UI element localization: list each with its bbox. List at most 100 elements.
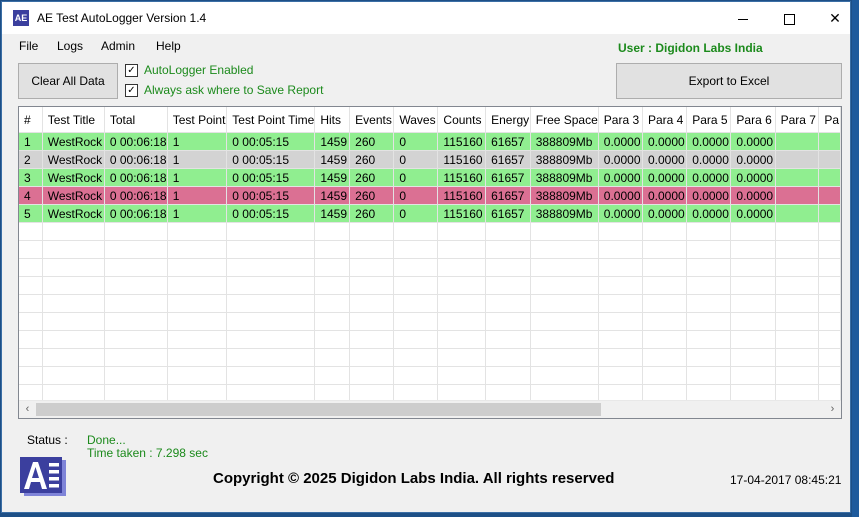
column-header[interactable]: Para 4 (642, 107, 688, 133)
column-header[interactable]: Counts (437, 107, 487, 133)
table-row[interactable]: 2 WestRock 0 00:06:18 1 0 00:05:15 1459 260 0 11… (19, 150, 841, 169)
column-header[interactable]: Waves (393, 107, 439, 133)
column-header[interactable]: # (19, 107, 43, 133)
menu-admin[interactable]: Admin (101, 39, 135, 53)
table-cell (818, 312, 841, 331)
clear-all-data-button[interactable]: Clear All Data (18, 63, 118, 99)
table-cell (19, 294, 43, 313)
table-cell (530, 258, 599, 277)
table-cell: WestRock (42, 204, 105, 223)
table-cell (686, 366, 732, 385)
ae-logo-icon (18, 456, 68, 498)
table-row[interactable]: 3 WestRock 0 00:06:18 1 0 00:05:15 1459 260 0 11… (19, 168, 841, 187)
table-cell: 0.0000 (598, 168, 644, 187)
table-cell (314, 366, 351, 385)
ask-save-report-checkbox[interactable]: ✓ (125, 84, 138, 97)
table-cell (686, 276, 732, 295)
column-header[interactable]: Para 3 (598, 107, 644, 133)
menu-file[interactable]: File (19, 39, 38, 53)
column-header[interactable]: Events (349, 107, 395, 133)
table-cell (19, 348, 43, 367)
scroll-thumb[interactable] (36, 403, 601, 416)
table-cell: 388809Mb (530, 150, 599, 169)
table-cell (686, 348, 732, 367)
title-bar[interactable]: AE AE Test AutoLogger Version 1.4 ✕ (2, 2, 850, 34)
horizontal-scrollbar[interactable]: ‹ › (19, 400, 841, 418)
column-header[interactable]: Para 5 (686, 107, 732, 133)
table-cell (598, 366, 644, 385)
column-header[interactable]: Test Point (167, 107, 228, 133)
table-cell: 0.0000 (642, 168, 688, 187)
table-cell (393, 312, 439, 331)
table-cell: 0.0000 (730, 150, 776, 169)
table-cell (104, 294, 168, 313)
table-cell: 0 00:06:18 (104, 168, 168, 187)
table-cell: 388809Mb (530, 186, 599, 205)
table-cell: 0 00:05:15 (226, 132, 316, 151)
column-header[interactable]: Para 7 (775, 107, 820, 133)
table-cell (730, 312, 776, 331)
table-cell (485, 312, 531, 331)
table-cell: 0.0000 (686, 150, 732, 169)
column-header[interactable]: Test Point Time (226, 107, 316, 133)
empty-row (19, 312, 841, 331)
table-cell: 0 00:06:18 (104, 204, 168, 223)
table-cell (775, 186, 820, 205)
menu-help[interactable]: Help (156, 39, 181, 53)
log-grid[interactable]: # Test Title Total Test Point Test Point Tim… (18, 106, 842, 419)
maximize-button[interactable] (766, 2, 812, 34)
minimize-button[interactable] (720, 2, 766, 34)
table-cell: WestRock (42, 186, 105, 205)
table-cell: 115160 (437, 186, 487, 205)
table-cell (530, 222, 599, 241)
table-cell (226, 366, 316, 385)
table-cell (686, 222, 732, 241)
table-cell (530, 294, 599, 313)
table-row[interactable]: 4 WestRock 0 00:06:18 1 0 00:05:15 1459 260 0 11… (19, 186, 841, 205)
table-cell (42, 312, 105, 331)
table-cell: 1 (167, 168, 228, 187)
table-cell (485, 222, 531, 241)
export-to-excel-button[interactable]: Export to Excel (616, 63, 842, 99)
table-cell (226, 222, 316, 241)
scroll-right-icon[interactable]: › (824, 401, 841, 418)
table-cell (393, 294, 439, 313)
status-label: Status : (27, 433, 68, 447)
table-cell (775, 366, 820, 385)
table-cell (730, 294, 776, 313)
table-row[interactable]: 5 WestRock 0 00:06:18 1 0 00:05:15 1459 260 0 11… (19, 204, 841, 223)
column-header[interactable]: Hits (314, 107, 351, 133)
menu-logs[interactable]: Logs (57, 39, 83, 53)
table-cell (349, 348, 395, 367)
column-header[interactable]: Free Space (530, 107, 599, 133)
column-header[interactable]: Pa (818, 107, 841, 133)
table-cell: 1 (19, 132, 43, 151)
empty-row (19, 294, 841, 313)
autologger-enabled-checkbox[interactable]: ✓ (125, 64, 138, 77)
table-cell: 4 (19, 186, 43, 205)
column-header[interactable]: Energy (485, 107, 531, 133)
scroll-left-icon[interactable]: ‹ (19, 401, 36, 418)
table-cell: 0.0000 (686, 168, 732, 187)
table-cell (485, 240, 531, 259)
table-cell (642, 222, 688, 241)
table-cell (485, 258, 531, 277)
table-cell (314, 258, 351, 277)
table-cell: 0 (393, 186, 439, 205)
table-cell: 115160 (437, 150, 487, 169)
close-icon: ✕ (829, 10, 841, 26)
table-cell: 0 (393, 150, 439, 169)
table-cell (226, 258, 316, 277)
table-cell (393, 240, 439, 259)
empty-row (19, 240, 841, 259)
close-button[interactable]: ✕ (812, 2, 858, 34)
table-cell: 1 (167, 186, 228, 205)
table-cell: 0 00:05:15 (226, 150, 316, 169)
table-cell (104, 366, 168, 385)
table-row[interactable]: 1 WestRock 0 00:06:18 1 0 00:05:15 1459 260 0 11… (19, 132, 841, 151)
table-cell (19, 366, 43, 385)
table-cell (226, 240, 316, 259)
column-header[interactable]: Para 6 (730, 107, 776, 133)
column-header[interactable]: Total (104, 107, 168, 133)
column-header[interactable]: Test Title (42, 107, 105, 133)
